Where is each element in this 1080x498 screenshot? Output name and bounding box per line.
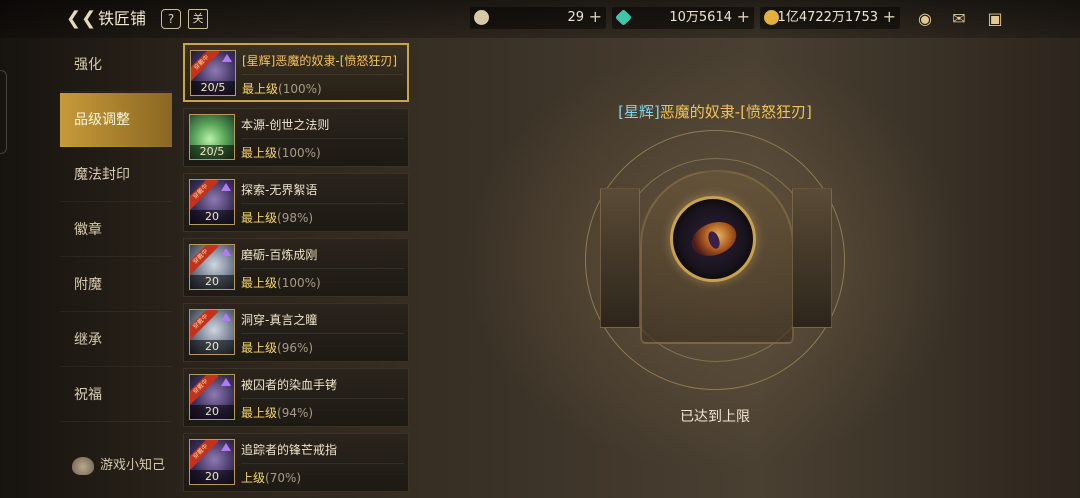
nav-item-magic-seal[interactable]: 魔法封印 <box>60 148 172 202</box>
calendar-icon[interactable]: 关 <box>188 9 208 29</box>
item-title-name: 恶魔的奴隶-[愤怒狂刃] <box>659 103 812 121</box>
page-title: 铁匠铺 <box>98 9 147 28</box>
upgrade-triangle-icon <box>222 54 232 62</box>
item-grade: 最上级(100%) <box>241 146 321 160</box>
currency-cera: 29 + <box>470 7 606 29</box>
item-thumbnail: 穿戴中 20 <box>189 309 235 355</box>
item-name: 本源-创世之法则 <box>241 118 330 132</box>
item-thumbnail: 穿戴中 20 <box>189 244 235 290</box>
item-bracket: [星辉] <box>618 103 660 121</box>
tips-label: 游戏小知己 <box>100 458 166 473</box>
currency-value: 29 <box>567 10 584 25</box>
mail-icon[interactable]: ✉ <box>948 9 970 29</box>
game-tips-button[interactable]: 游戏小知己 <box>72 454 165 475</box>
item-level: 20 <box>190 210 234 224</box>
selected-item-emblem[interactable] <box>670 196 756 282</box>
upgrade-triangle-icon <box>221 443 231 451</box>
equipped-ribbon: 穿戴中 <box>190 180 219 210</box>
item-name: 洞穿-真言之瞳 <box>241 313 318 327</box>
help-icon[interactable]: ? <box>161 9 181 29</box>
item-thumbnail: 穿戴中 20 <box>189 374 235 420</box>
equipment-card[interactable]: 穿戴中 20 追踪者的锋芒戒指 上级(70%) <box>183 433 409 492</box>
item-level: 20/5 <box>190 145 234 159</box>
item-level: 20 <box>190 340 234 354</box>
item-name: 磨砺-百炼成刚 <box>241 248 318 262</box>
divider <box>241 203 404 204</box>
side-handle[interactable] <box>0 70 7 154</box>
equipment-card[interactable]: 穿戴中 20 洞穿-真言之瞳 最上级(96%) <box>183 303 409 362</box>
divider <box>241 333 404 334</box>
cera-coin-icon <box>474 10 489 25</box>
divider <box>241 398 404 399</box>
equipped-ribbon: 穿戴中 <box>191 51 220 81</box>
item-grade: 最上级(100%) <box>242 82 322 96</box>
max-reached-status: 已达到上限 <box>680 409 750 425</box>
equipment-card[interactable]: 穿戴中 20 被囚者的染血手铐 最上级(94%) <box>183 368 409 427</box>
equipment-card[interactable]: 穿戴中 20 磨砺-百炼成刚 最上级(100%) <box>183 238 409 297</box>
item-level: 20 <box>190 470 234 484</box>
divider <box>242 74 403 75</box>
upgrade-triangle-icon <box>221 378 231 386</box>
item-grade: 最上级(94%) <box>241 406 314 420</box>
currency-crystal: 10万5614 + <box>612 7 754 29</box>
equipped-ribbon: 穿戴中 <box>190 375 219 405</box>
nav-item-grade-adjust[interactable]: 品级调整 <box>60 93 172 147</box>
upgrade-triangle-icon <box>221 183 231 191</box>
add-currency-button[interactable]: + <box>883 7 896 27</box>
item-level: 20 <box>190 275 234 289</box>
currency-value: 10万5614 <box>669 10 732 25</box>
upgrade-triangle-icon <box>221 313 231 321</box>
crystal-icon <box>615 9 632 26</box>
left-pillar <box>600 188 640 328</box>
divider <box>241 268 404 269</box>
item-grade: 上级(70%) <box>241 471 302 485</box>
currency-value: 1亿4722万1753 <box>777 10 878 25</box>
equipment-card[interactable]: 穿戴中 20 探索-无界絮语 最上级(98%) <box>183 173 409 232</box>
nav-item-enchant[interactable]: 附魔 <box>60 258 172 312</box>
right-pillar <box>792 188 832 328</box>
top-bar: ❮❮ 铁匠铺 ? 关 29 + 10万5614 + 1亿4722万1753 + … <box>0 0 1080 38</box>
selected-item-title: [星辉]恶魔的奴隶-[愤怒狂刃] <box>540 101 890 122</box>
bag-icon[interactable]: ◉ <box>914 9 936 29</box>
item-thumbnail: 穿戴中 20/5 <box>190 50 236 96</box>
divider <box>241 138 404 139</box>
nav-item-enhance[interactable]: 强化 <box>60 38 172 92</box>
nav-item-inherit[interactable]: 继承 <box>60 313 172 367</box>
upgrade-triangle-icon <box>221 248 231 256</box>
add-currency-button[interactable]: + <box>589 7 602 27</box>
item-grade: 最上级(96%) <box>241 341 314 355</box>
item-thumbnail: 穿戴中 20 <box>189 439 235 485</box>
item-grade: 最上级(98%) <box>241 211 314 225</box>
item-level: 20 <box>190 405 234 419</box>
nav-item-bless[interactable]: 祝福 <box>60 368 172 422</box>
equipped-ribbon: 穿戴中 <box>190 245 219 275</box>
item-name: 追踪者的锋芒戒指 <box>241 443 338 457</box>
item-thumbnail: 穿戴中 20 <box>189 179 235 225</box>
back-arrow-icon[interactable]: ❮❮ <box>66 8 96 30</box>
equipped-ribbon: 穿戴中 <box>190 440 219 470</box>
item-grade: 最上级(100%) <box>241 276 321 290</box>
nav-item-emblem[interactable]: 徽章 <box>60 203 172 257</box>
add-currency-button[interactable]: + <box>737 7 750 27</box>
pig-icon <box>72 456 94 475</box>
equipped-ribbon: 穿戴中 <box>190 310 219 340</box>
divider <box>241 463 404 464</box>
item-level: 20/5 <box>191 81 235 95</box>
equipment-card[interactable]: 20/5 本源-创世之法则 最上级(100%) <box>183 108 409 167</box>
item-name: 探索-无界絮语 <box>241 183 318 197</box>
item-name: 被囚者的染血手铐 <box>241 378 338 392</box>
item-thumbnail: 20/5 <box>189 114 235 160</box>
sidebar-nav: 强化 品级调整 魔法封印 徽章 附魔 继承 祝福 <box>60 38 172 498</box>
chat-icon[interactable]: ▣ <box>984 9 1006 29</box>
item-name: [星辉]恶魔的奴隶-[愤怒狂刃] <box>242 54 398 68</box>
currency-gold: 1亿4722万1753 + <box>760 7 900 29</box>
equipment-card[interactable]: 穿戴中 20/5 [星辉]恶魔的奴隶-[愤怒狂刃] 最上级(100%) <box>183 43 409 102</box>
